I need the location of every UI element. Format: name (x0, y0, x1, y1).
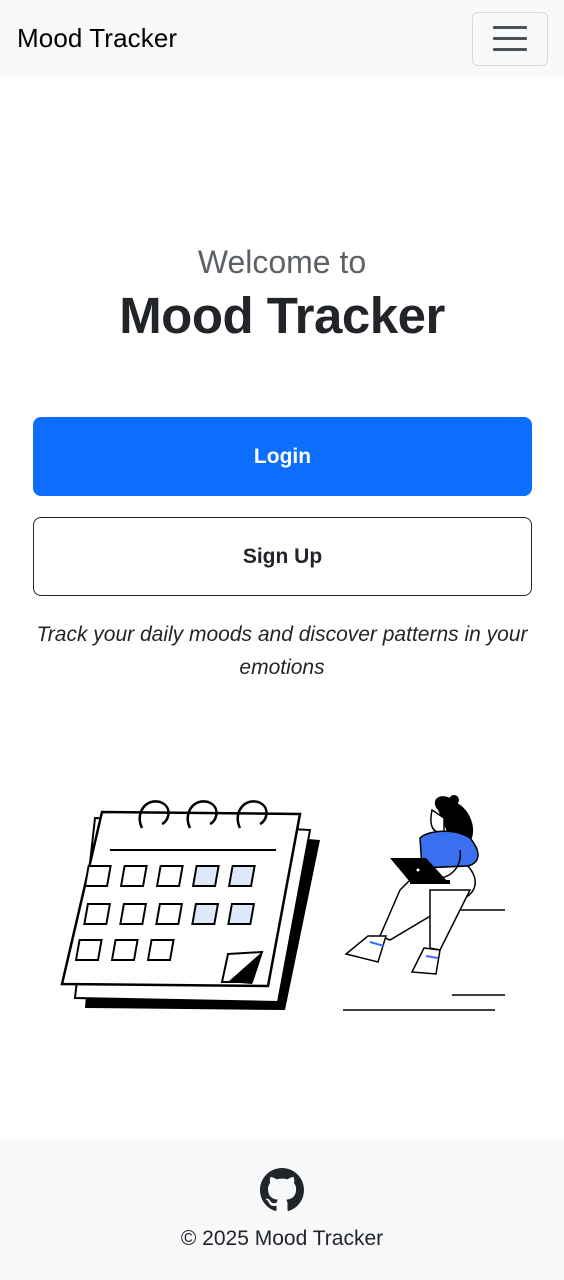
page-title: Mood Tracker (119, 287, 445, 344)
hamburger-menu-button[interactable] (472, 11, 548, 66)
welcome-text: Welcome to (197, 244, 367, 280)
signup-button[interactable]: Sign Up (33, 517, 532, 596)
github-icon[interactable] (260, 1168, 304, 1212)
copyright-text: © 2025 Mood Tracker (180, 1227, 384, 1250)
navbar-brand[interactable]: Mood Tracker (17, 23, 177, 54)
hamburger-line (493, 26, 527, 29)
calendar-person-illustration (60, 795, 505, 1011)
footer: © 2025 Mood Tracker (0, 1137, 564, 1280)
hamburger-line (493, 48, 527, 51)
navbar: Mood Tracker (0, 0, 564, 77)
hamburger-line (493, 37, 527, 40)
tagline: Track your daily moods and discover patt… (36, 623, 528, 679)
login-button[interactable]: Login (33, 417, 532, 496)
